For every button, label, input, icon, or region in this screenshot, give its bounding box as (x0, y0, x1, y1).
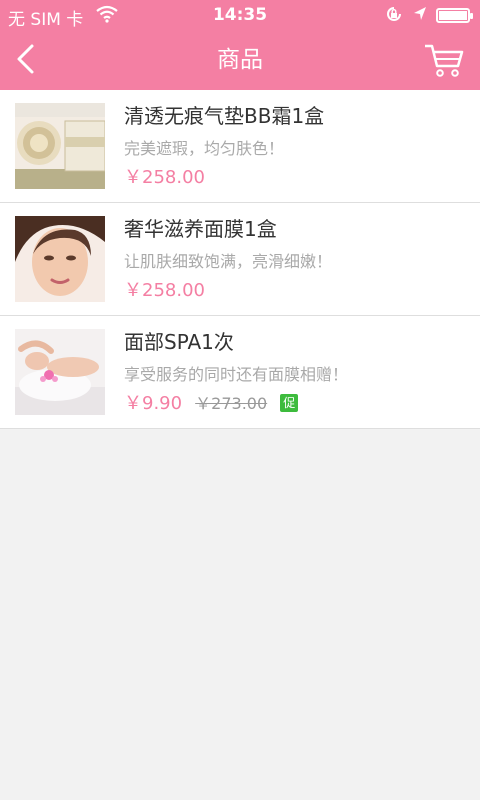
product-price: ￥258.00 (124, 167, 205, 188)
product-price: ￥9.90 (124, 393, 183, 414)
product-image-bb-cream (15, 103, 105, 189)
product-image-facial-spa (15, 329, 105, 415)
location-icon (412, 5, 428, 28)
price-row: ￥258.00 (124, 166, 470, 190)
product-image-facial-mask (15, 216, 105, 302)
product-name: 奢华滋养面膜1盒 (124, 217, 277, 241)
product-list: 清透无痕气垫BB霜1盒 完美遮瑕，均匀肤色！ ￥258.00 奢华滋养面膜1盒 … (0, 90, 480, 429)
product-item-bb-cream[interactable]: 清透无痕气垫BB霜1盒 完美遮瑕，均匀肤色！ ￥258.00 (0, 90, 480, 203)
rotation-lock-icon (385, 5, 403, 28)
product-item-facial-mask[interactable]: 奢华滋养面膜1盒 让肌肤细致饱满，亮滑细嫩！ ￥258.00 (0, 203, 480, 316)
battery-icon (436, 8, 473, 23)
product-description: 让肌肤细致饱满，亮滑细嫩！ (124, 252, 333, 271)
price-row: ￥9.90 ￥273.00 促 (124, 392, 470, 416)
status-time: 14:35 (212, 5, 268, 25)
app-header: 无 SIM 卡 14:35 商品 (0, 0, 480, 90)
back-button[interactable] (10, 40, 50, 80)
product-item-facial-spa[interactable]: 面部SPA1次 享受服务的同时还有面膜相赠！ ￥9.90 ￥273.00 促 (0, 316, 480, 429)
price-row: ￥258.00 (124, 279, 470, 303)
product-price: ￥258.00 (124, 280, 205, 301)
page-title: 商品 (217, 47, 263, 73)
product-info: 清透无痕气垫BB霜1盒 完美遮瑕，均匀肤色！ ￥258.00 (124, 102, 470, 190)
product-description: 完美遮瑕，均匀肤色！ (124, 139, 285, 158)
chevron-left-icon (17, 44, 34, 74)
product-description: 享受服务的同时还有面膜相赠！ (124, 365, 349, 384)
promo-badge: 促 (280, 394, 299, 412)
product-info: 面部SPA1次 享受服务的同时还有面膜相赠！ ￥9.90 ￥273.00 促 (124, 328, 470, 416)
cart-button[interactable] (422, 40, 466, 80)
product-info: 奢华滋养面膜1盒 让肌肤细致饱满，亮滑细嫩！ ￥258.00 (124, 215, 470, 303)
product-original-price: ￥273.00 (195, 394, 268, 413)
nav-bar: 商品 (0, 30, 480, 90)
product-name: 清透无痕气垫BB霜1盒 (124, 104, 325, 128)
shopping-cart-icon (425, 44, 464, 77)
status-bar: 无 SIM 卡 14:35 (0, 0, 480, 30)
product-name: 面部SPA1次 (124, 330, 234, 354)
